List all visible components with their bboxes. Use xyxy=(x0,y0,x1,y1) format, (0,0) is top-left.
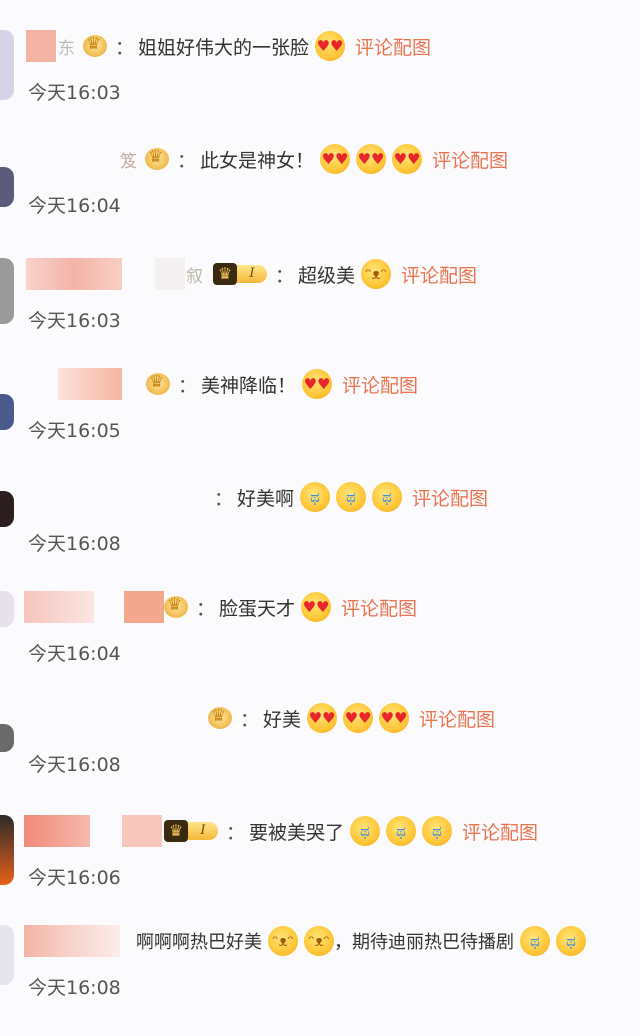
avatar[interactable] xyxy=(0,258,14,324)
comment-row: ： 好美啊 ಥ ಥ ಥ 评论配图 今天16:08 xyxy=(0,481,640,592)
timestamp: 今天16:08 xyxy=(28,754,121,776)
crying-face-emoji-icon: ಥ xyxy=(556,926,586,956)
avatar[interactable] xyxy=(0,815,14,885)
colon: ： xyxy=(214,487,234,510)
comment-row: 啊啊啊热巴好美 ᵔᴥᵔ ᵔᴥᵔ ，期待迪丽热巴待播剧 ಥ ಥ 今天16:08 xyxy=(0,925,640,1036)
crying-face-emoji-icon: ಥ xyxy=(336,482,367,512)
comment-image-link[interactable]: 评论配图 xyxy=(401,261,477,288)
crown-badge-icon xyxy=(146,372,170,395)
crown-badge-icon xyxy=(164,595,188,618)
avatar[interactable] xyxy=(0,491,14,527)
colon: ： xyxy=(196,597,216,620)
crying-face-emoji-icon: ಥ xyxy=(386,816,417,846)
comment-image-link[interactable]: 评论配图 xyxy=(419,705,495,732)
colon: ： xyxy=(115,36,135,59)
cute-face-emoji-icon: ᵔᴥᵔ xyxy=(304,926,334,956)
heart-eyes-emoji-icon: ♥♥ xyxy=(302,369,333,399)
username-blurred[interactable] xyxy=(24,591,94,623)
heart-eyes-emoji-icon: ♥♥ xyxy=(356,144,387,174)
comment-row: 笈 ： 此女是神女！ ♥♥ ♥♥ ♥♥ 评论配图 今天16:04 xyxy=(0,143,640,254)
comment-text: 啊啊啊热巴好美 xyxy=(136,932,262,953)
username-blurred[interactable] xyxy=(26,258,122,290)
heart-eyes-emoji-icon: ♥♥ xyxy=(320,144,351,174)
vip-level: I xyxy=(237,265,267,283)
comment-text: 脸蛋天才 xyxy=(219,597,296,620)
timestamp: 今天16:03 xyxy=(28,82,121,104)
comment-text-continued: ，期待迪丽热巴待播剧 xyxy=(334,932,514,953)
comment-text: 要被美哭了 xyxy=(249,821,345,844)
username-partial[interactable]: 笈 xyxy=(120,147,137,172)
heart-eyes-emoji-icon: ♥♥ xyxy=(315,31,346,61)
heart-eyes-emoji-icon: ♥♥ xyxy=(392,144,423,174)
comment-image-link[interactable]: 评论配图 xyxy=(462,818,538,845)
timestamp: 今天16:06 xyxy=(28,867,121,889)
comment-image-link[interactable]: 评论配图 xyxy=(355,33,431,60)
timestamp: 今天16:08 xyxy=(28,533,121,555)
colon: ： xyxy=(275,264,295,287)
vip-badge-icon: ♛ I xyxy=(164,820,218,842)
cute-face-emoji-icon: ᵔᴥᵔ xyxy=(361,259,392,289)
comment-text: 好美啊 xyxy=(237,487,295,510)
comment-image-link[interactable]: 评论配图 xyxy=(432,146,508,173)
comment-image-link[interactable]: 评论配图 xyxy=(342,371,418,398)
avatar[interactable] xyxy=(0,591,14,627)
crown-icon: ♛ xyxy=(213,263,237,285)
username-blurred[interactable] xyxy=(24,925,120,957)
crown-badge-icon xyxy=(208,706,232,729)
username-blurred[interactable] xyxy=(58,368,122,400)
comment-text: 好美 xyxy=(263,708,302,731)
username-blurred[interactable] xyxy=(122,815,162,847)
heart-eyes-emoji-icon: ♥♥ xyxy=(379,703,410,733)
colon: ： xyxy=(226,821,246,844)
username-blurred[interactable] xyxy=(124,591,164,623)
heart-eyes-emoji-icon: ♥♥ xyxy=(307,703,338,733)
heart-eyes-emoji-icon: ♥♥ xyxy=(301,592,332,622)
crying-face-emoji-icon: ಥ xyxy=(422,816,453,846)
heart-eyes-emoji-icon: ♥♥ xyxy=(343,703,374,733)
colon: ： xyxy=(240,708,260,731)
avatar[interactable] xyxy=(0,394,14,430)
timestamp: 今天16:04 xyxy=(28,195,121,217)
comment-text: 姐姐好伟大的一张脸 xyxy=(138,36,310,59)
crown-icon: ♛ xyxy=(164,820,188,842)
avatar[interactable] xyxy=(0,724,14,752)
username-partial[interactable]: 东 xyxy=(58,34,75,59)
crown-badge-icon xyxy=(83,34,107,57)
crying-face-emoji-icon: ಥ xyxy=(350,816,381,846)
comment-row: ♛ I ： 要被美哭了 ಥ ಥ ಥ 评论配图 今天16:06 xyxy=(0,815,640,926)
comment-text: 美神降临！ xyxy=(201,374,297,397)
crying-face-emoji-icon: ಥ xyxy=(300,482,331,512)
username-blurred[interactable] xyxy=(155,258,185,290)
vip-level: I xyxy=(188,822,218,840)
vip-badge-icon: ♛ I xyxy=(213,263,267,285)
username-partial[interactable]: 叙 xyxy=(186,262,203,287)
timestamp: 今天16:03 xyxy=(28,310,121,332)
comment-text: 此女是神女！ xyxy=(200,149,315,172)
comment-image-link[interactable]: 评论配图 xyxy=(412,484,488,511)
timestamp: 今天16:05 xyxy=(28,420,121,442)
comment-row: 叙 ♛ I ： 超级美 ᵔᴥᵔ 评论配图 今天16:03 xyxy=(0,258,640,369)
crying-face-emoji-icon: ಥ xyxy=(520,926,550,956)
comment-row: ： 美神降临！ ♥♥ 评论配图 今天16:05 xyxy=(0,368,640,479)
comment-row: ： 好美 ♥♥ ♥♥ ♥♥ 评论配图 今天16:08 xyxy=(0,702,640,813)
username-blurred[interactable] xyxy=(26,30,56,62)
avatar[interactable] xyxy=(0,30,14,100)
comment-row: ： 脸蛋天才 ♥♥ 评论配图 今天16:04 xyxy=(0,591,640,702)
colon: ： xyxy=(178,374,198,397)
crown-badge-icon xyxy=(145,147,169,170)
timestamp: 今天16:08 xyxy=(28,977,121,999)
crying-face-emoji-icon: ಥ xyxy=(372,482,403,512)
timestamp: 今天16:04 xyxy=(28,643,121,665)
username-blurred[interactable] xyxy=(24,815,90,847)
avatar[interactable] xyxy=(0,925,14,985)
comment-text: 超级美 xyxy=(298,264,356,287)
comment-row: 东 ： 姐姐好伟大的一张脸 ♥♥ 评论配图 今天16:03 xyxy=(0,30,640,141)
comment-image-link[interactable]: 评论配图 xyxy=(341,594,417,621)
cute-face-emoji-icon: ᵔᴥᵔ xyxy=(268,926,298,956)
avatar[interactable] xyxy=(0,167,14,207)
colon: ： xyxy=(177,149,197,172)
